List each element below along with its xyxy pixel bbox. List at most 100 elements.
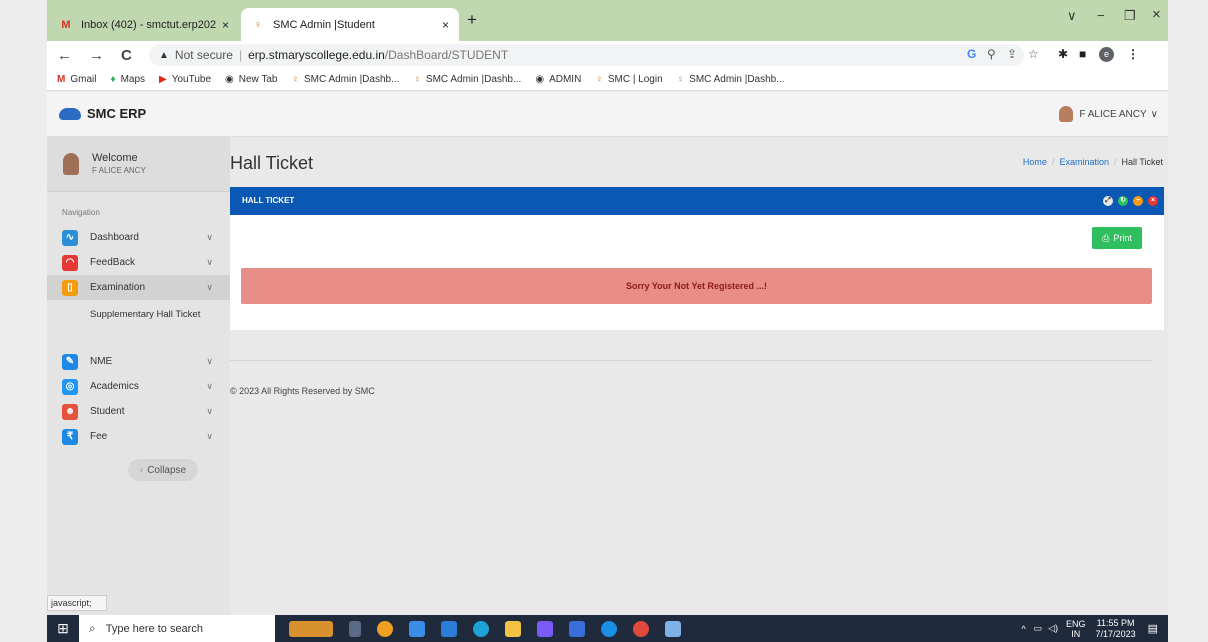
sidebar-item-fee[interactable]: ₹ Fee ∨ xyxy=(47,424,230,449)
bookmark-maps[interactable]: ♦ Maps xyxy=(110,74,145,85)
url-separator: | xyxy=(238,48,243,62)
restore-button[interactable]: ❐ xyxy=(1124,8,1136,24)
tab-search-dropdown-icon[interactable]: ∨ xyxy=(1067,8,1077,24)
bookmark-youtube[interactable]: ▶ YouTube xyxy=(159,74,211,85)
globe-icon: ◉ xyxy=(225,74,234,85)
sidebar-item-student[interactable]: ☻ Student ∨ xyxy=(47,399,230,424)
share-icon[interactable]: ⇪ xyxy=(1007,47,1017,61)
store-icon[interactable] xyxy=(409,620,425,637)
more-menu-icon[interactable]: ⋮ xyxy=(1127,47,1139,61)
close-icon[interactable]: × xyxy=(1148,196,1158,206)
clock[interactable]: 11:55 PM 7/17/2023 xyxy=(1096,618,1136,640)
navigation-label: Navigation xyxy=(62,208,100,217)
connect-icon[interactable] xyxy=(569,620,585,637)
bookmark-new-tab[interactable]: ◉ New Tab xyxy=(225,74,277,85)
battery-icon[interactable]: ▭ xyxy=(1034,623,1043,634)
bookmark-label: SMC Admin |Dashb... xyxy=(425,74,522,85)
smc-favicon-icon: ♀ xyxy=(253,18,263,31)
tab-smc-admin[interactable]: ♀ SMC Admin |Student × xyxy=(241,8,459,41)
sidebar-item-dashboard[interactable]: ∿ Dashboard ∨ xyxy=(47,225,230,250)
app-logo[interactable]: SMC ERP xyxy=(59,106,146,121)
avatar xyxy=(63,153,79,175)
window-app-icon[interactable] xyxy=(665,620,681,637)
taskbar-search[interactable]: ⌕ Type here to search xyxy=(79,615,275,642)
bookmark-label: New Tab xyxy=(238,74,278,85)
sidebar-item-examination[interactable]: ▯ Examination ∨ xyxy=(47,275,230,300)
background-left xyxy=(0,0,47,642)
search-placeholder: Type here to search xyxy=(105,622,203,635)
bookmarks-bar: M Gmail ♦ Maps ▶ YouTube ◉ New Tab ♀ SMC Admi… xyxy=(47,69,1168,91)
language-indicator[interactable]: ENG IN xyxy=(1066,619,1086,639)
breadcrumb-examination[interactable]: Examination xyxy=(1059,157,1109,167)
globe-icon: ◉ xyxy=(535,74,545,85)
target-icon: ◎ xyxy=(62,378,78,395)
google-icon[interactable]: G xyxy=(967,47,976,61)
address-bar[interactable]: ▲ Not secure | erp.stmaryscollege.edu.in… xyxy=(149,44,1024,66)
profile-avatar-icon[interactable]: e xyxy=(1099,47,1114,62)
sidebar-item-label: Dashboard xyxy=(90,232,139,243)
printer-icon: ⎙ xyxy=(1102,232,1110,243)
back-arrow-icon[interactable]: ← xyxy=(57,47,79,64)
bookmark-admin[interactable]: ◉ ADMIN xyxy=(535,74,581,85)
file-explorer-icon[interactable] xyxy=(505,620,521,637)
user-menu[interactable]: F ALICE ANCY ∨ xyxy=(1059,106,1158,122)
bookmark-smc-login[interactable]: ♀ SMC | Login xyxy=(595,74,662,85)
submenu-supplementary-hall-ticket[interactable]: Supplementary Hall Ticket xyxy=(90,308,210,321)
edge-icon[interactable] xyxy=(473,620,489,637)
mail-icon[interactable] xyxy=(441,620,457,637)
chevron-down-icon: ∨ xyxy=(206,232,213,242)
tab-close-icon[interactable]: × xyxy=(442,18,449,32)
side-panel-icon[interactable]: ■ xyxy=(1079,47,1086,61)
minimize-icon[interactable]: − xyxy=(1133,196,1143,206)
divider xyxy=(230,360,1152,361)
avatar xyxy=(1059,106,1074,122)
forward-arrow-icon[interactable]: → xyxy=(89,47,111,64)
sidebar-item-academics[interactable]: ◎ Academics ∨ xyxy=(47,374,230,399)
zoom-icon[interactable]: ⚲ xyxy=(987,47,996,61)
refresh-icon[interactable]: ↻ xyxy=(1118,196,1128,206)
chrome-icon[interactable] xyxy=(633,620,649,637)
lang-region: IN xyxy=(1071,628,1081,639)
chevron-up-icon[interactable]: ^ xyxy=(1021,624,1025,634)
close-window-button[interactable]: × xyxy=(1152,6,1161,23)
book-icon: ▯ xyxy=(62,279,78,296)
skype-icon[interactable] xyxy=(601,620,617,637)
app-header: SMC ERP F ALICE ANCY ∨ xyxy=(47,92,1168,137)
tab-gmail[interactable]: M Inbox (402) - smctut.erp2021@g × xyxy=(49,8,239,41)
sidebar: Welcome F ALICE ANCY Navigation ∿ Dashbo… xyxy=(47,137,230,615)
collapse-label: Collapse xyxy=(147,464,187,476)
youtube-icon: ▶ xyxy=(159,74,167,85)
collapse-button[interactable]: ‹ Collapse xyxy=(128,459,198,481)
breadcrumb-separator: / xyxy=(1051,157,1055,167)
app-icon[interactable] xyxy=(537,620,553,637)
bookmark-label: Gmail xyxy=(70,74,97,85)
windows-start-icon[interactable]: ⊞ xyxy=(47,615,79,642)
bookmark-smc-admin-2[interactable]: ♀ SMC Admin |Dashb... xyxy=(413,74,521,85)
sidebar-item-nme[interactable]: ✎ NME ∨ xyxy=(47,349,230,374)
minimize-button[interactable]: − xyxy=(1097,8,1105,23)
bookmark-smc-admin-3[interactable]: ♀ SMC Admin |Dashb... xyxy=(677,74,785,85)
extensions-icon[interactable]: ✱ xyxy=(1058,47,1068,61)
windows-taskbar: ⊞ ⌕ Type here to search ^ ▭ ◁) ENG IN 11:… xyxy=(47,615,1168,642)
sidebar-item-feedback[interactable]: ◠ FeedBack ∨ xyxy=(47,250,230,275)
reload-icon[interactable]: C xyxy=(121,47,143,64)
bookmark-smc-admin-1[interactable]: ♀ SMC Admin |Dashb... xyxy=(292,74,400,85)
sidebar-item-label: Examination xyxy=(90,282,146,293)
print-label: Print xyxy=(1113,233,1132,243)
app-c-icon[interactable] xyxy=(377,620,393,637)
tab-close-icon[interactable]: × xyxy=(222,18,229,32)
notification-icon[interactable]: ▤ xyxy=(1148,622,1158,635)
bookmark-gmail[interactable]: M Gmail xyxy=(57,74,96,85)
main-content: Hall Ticket Home / Examination / Hall Ticket… xyxy=(230,137,1168,615)
breadcrumb-home[interactable]: Home xyxy=(1023,157,1047,167)
task-view-icon[interactable] xyxy=(349,620,361,637)
print-button[interactable]: ⎙ Print xyxy=(1092,227,1142,249)
app-logo-text: SMC ERP xyxy=(87,106,147,121)
expand-icon[interactable]: ⤢ xyxy=(1103,196,1113,206)
widgets-icon[interactable] xyxy=(289,620,333,637)
bookmark-star-icon[interactable]: ☆ xyxy=(1028,47,1039,61)
volume-icon[interactable]: ◁) xyxy=(1048,623,1058,634)
new-tab-button[interactable]: + xyxy=(467,10,477,30)
search-icon: ⌕ xyxy=(89,621,96,635)
url-path: /DashBoard/STUDENT xyxy=(384,48,509,62)
